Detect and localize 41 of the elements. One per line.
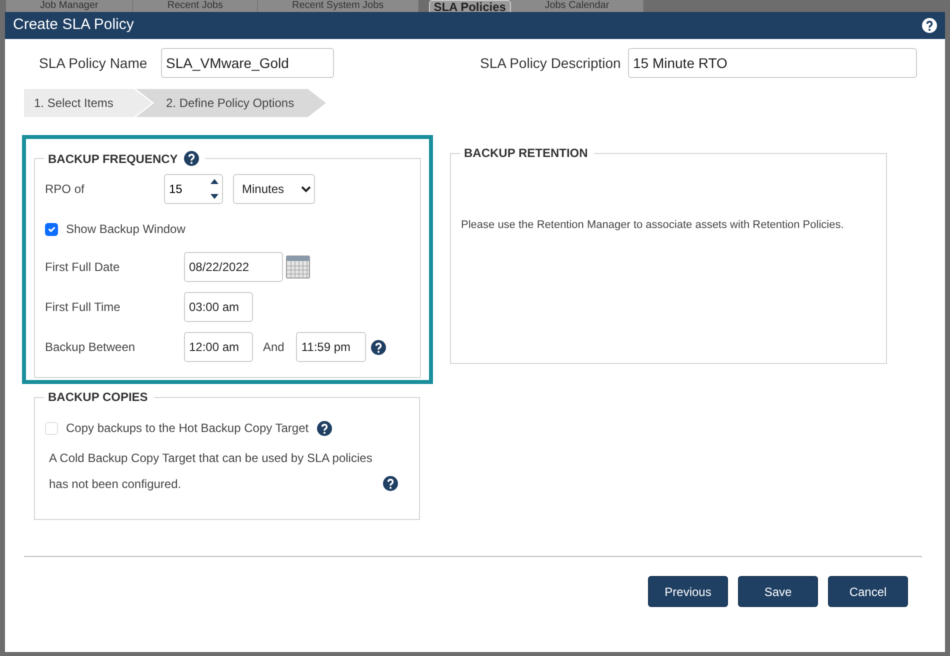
help-icon[interactable] [316, 420, 332, 436]
section-title: BACKUP FREQUENCY [48, 152, 178, 164]
info-message: Please use the Retention Manager to associate assets with Retention Policies. [461, 219, 844, 231]
field-label: First Full Date [45, 259, 121, 276]
start-time-field[interactable]: 12:00 am [184, 332, 253, 362]
wizard-step[interactable]: 1. Select Items [24, 89, 152, 117]
end-time-field[interactable]: 11:59 pm [296, 332, 366, 362]
policy-description-field[interactable]: 15 Minute RTO [628, 48, 917, 78]
section-title: BACKUP RETENTION [464, 147, 588, 159]
help-icon[interactable] [371, 340, 386, 354]
field-label: Backup Between [45, 339, 136, 356]
dialog-button[interactable]: Save [738, 576, 818, 607]
background-tab[interactable]: Recent Jobs [133, 0, 258, 12]
section-title: BACKUP COPIES [48, 391, 148, 403]
background-tab[interactable]: SLA Policies [428, 0, 511, 12]
spinner-arrows-icon [210, 178, 219, 200]
help-icon[interactable] [184, 151, 199, 166]
calendar-icon[interactable] [286, 255, 310, 279]
field-label: SLA Policy Description [480, 54, 622, 73]
help-icon[interactable] [383, 476, 398, 491]
background-tab[interactable]: Recent System Jobs [258, 0, 419, 12]
dialog-title: Create SLA Policy [13, 15, 134, 36]
background-tab[interactable]: Job Manager [6, 0, 134, 12]
dialog-button[interactable]: Previous [648, 576, 728, 607]
checkbox-label: Show Backup Window [66, 221, 186, 238]
background-tab[interactable]: Jobs Calendar [510, 0, 644, 12]
policy-name-field[interactable]: SLA_VMware_Gold [161, 48, 334, 78]
info-message: A Cold Backup Copy Target that can be used by SLA policies has not been configured. [49, 450, 374, 493]
rpo-number-field[interactable]: 15 [164, 174, 223, 204]
field-label: First Full Time [45, 299, 122, 316]
field-label: SLA Policy Name [39, 54, 148, 73]
wizard-step[interactable]: 2. Define Policy Options [136, 89, 326, 117]
checkbox-label: Copy backups to the Hot Backup Copy Target [66, 420, 309, 437]
time-field[interactable]: 03:00 am [184, 292, 253, 322]
field-label: And [263, 339, 284, 356]
date-field[interactable]: 08/22/2022 [184, 252, 283, 282]
help-icon[interactable] [922, 18, 937, 33]
unit-dropdown[interactable]: Minutes [233, 174, 315, 204]
dialog-button[interactable]: Cancel [828, 576, 908, 607]
field-label: RPO of [45, 181, 86, 198]
checkbox[interactable] [45, 222, 58, 236]
